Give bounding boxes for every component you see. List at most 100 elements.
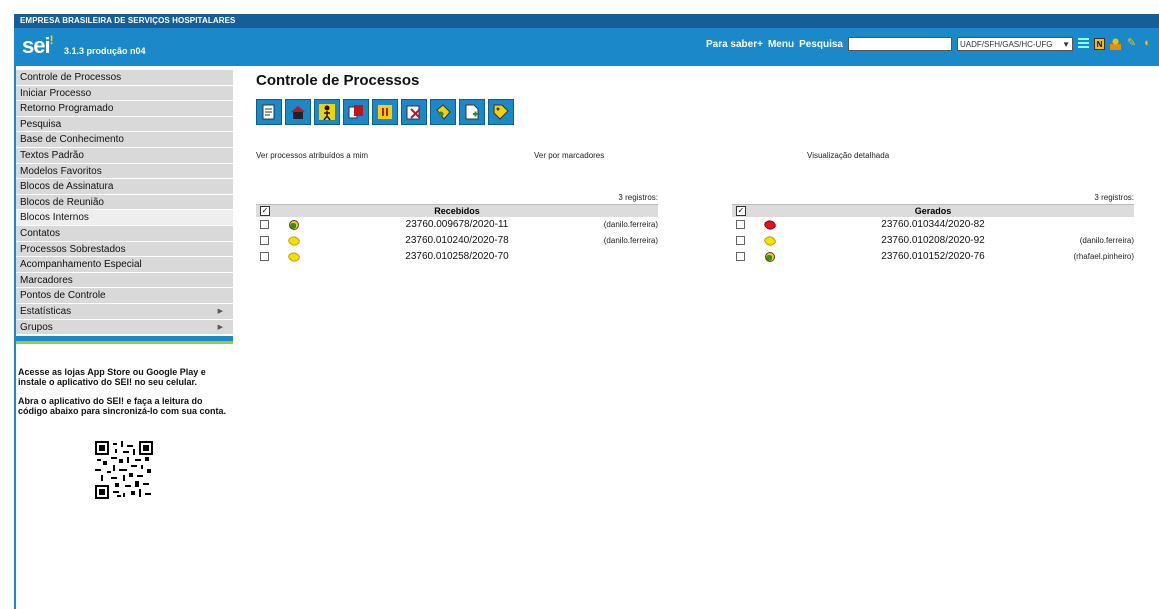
sidebar-item-base-de-conhecimento[interactable]: Base de Conhecimento bbox=[16, 132, 233, 148]
search-input[interactable] bbox=[848, 37, 952, 51]
update-tramitation-icon bbox=[291, 106, 305, 119]
menu-link[interactable]: Menu bbox=[768, 39, 794, 50]
sidebar-item-label: Pesquisa bbox=[20, 118, 62, 130]
sidebar-item-pontos-de-controle[interactable]: Pontos de Controle bbox=[16, 288, 233, 304]
page-title: Controle de Processos bbox=[256, 72, 420, 89]
sidebar-item-label: Marcadores bbox=[20, 274, 73, 286]
sidebar-item-label: Grupos bbox=[20, 321, 53, 333]
conclude-process-button[interactable] bbox=[372, 99, 398, 125]
para-saber-link[interactable]: Para saber+ bbox=[706, 39, 763, 50]
exit-icon[interactable]: ◐ bbox=[1142, 38, 1153, 50]
add-marker-button[interactable] bbox=[488, 99, 514, 125]
sidebar-item-retorno-programado[interactable]: Retorno Programado bbox=[16, 101, 233, 117]
conclude-process-icon bbox=[378, 105, 392, 119]
sidebar-item-contatos[interactable]: Contatos bbox=[16, 225, 233, 242]
sidebar-item-label: Blocos de Reunião bbox=[20, 196, 104, 208]
assign-process-icon bbox=[319, 104, 335, 120]
assign-process-button[interactable] bbox=[314, 99, 340, 125]
process-number-link[interactable]: 23760.010344/2020-82 bbox=[732, 217, 1134, 233]
sidebar-item-pesquisa[interactable]: Pesquisa bbox=[16, 116, 233, 133]
sidebar-menu: Controle de Processos Iniciar Processo R… bbox=[16, 70, 233, 345]
table-row: 23760.009678/2020-11 (danilo.ferreira) bbox=[256, 217, 658, 233]
sidebar-item-blocos-internos[interactable]: Blocos Internos bbox=[16, 210, 233, 226]
sidebar-item-label: Blocos Internos bbox=[20, 212, 89, 224]
sidebar-item-grupos[interactable]: Grupos ▶ bbox=[16, 319, 233, 336]
records-count: 3 registros: bbox=[1094, 193, 1134, 202]
process-number-link[interactable]: 23760.010208/2020-92 bbox=[732, 233, 1134, 249]
sidebar-item-blocos-de-reuniao[interactable]: Blocos de Reunião bbox=[16, 194, 233, 211]
notification-n-icon[interactable]: N bbox=[1094, 38, 1105, 50]
sidebar-item-estatisticas[interactable]: Estatísticas ▶ bbox=[16, 303, 233, 320]
add-marker-icon bbox=[493, 104, 509, 120]
send-process-icon bbox=[262, 104, 275, 120]
table-row: 23760.010258/2020-70 bbox=[256, 249, 658, 265]
table-row: 23760.010344/2020-82 bbox=[732, 217, 1134, 233]
sidebar-item-label: Controle de Processos bbox=[20, 72, 122, 83]
sidebar-item-controle-de-processos[interactable]: Controle de Processos bbox=[16, 70, 233, 86]
pesquisa-label: Pesquisa bbox=[799, 38, 843, 50]
tools-icon[interactable]: ✎ bbox=[1126, 38, 1137, 50]
new-document-icon bbox=[465, 104, 479, 120]
link-processos-atribuidos[interactable]: Ver processos atribuídos a mim bbox=[256, 151, 368, 160]
unit-select[interactable]: UADF/SFH/GAS/HC-UFG ▼ bbox=[957, 37, 1073, 51]
logo-text: sei bbox=[22, 33, 51, 58]
table-header: ✓ Recebidos bbox=[256, 204, 658, 217]
sidebar-item-label: Textos Padrão bbox=[20, 149, 84, 161]
remove-process-button[interactable] bbox=[401, 99, 427, 125]
qr-code-image bbox=[95, 441, 153, 499]
tag-marker-icon bbox=[436, 104, 451, 120]
sidebar-item-label: Blocos de Assinatura bbox=[20, 181, 114, 193]
tag-marker-button[interactable] bbox=[430, 99, 456, 125]
submenu-arrow-icon: ▶ bbox=[217, 323, 223, 331]
sidebar-item-modelos-favoritos[interactable]: Modelos Favoritos bbox=[16, 163, 233, 180]
top-nav: Para saber+ Menu Pesquisa UADF/SFH/GAS/H… bbox=[706, 35, 1153, 53]
process-number-link[interactable]: 23760.009678/2020-11 bbox=[256, 217, 658, 233]
sidebar-item-acompanhamento-especial[interactable]: Acompanhamento Especial bbox=[16, 257, 233, 273]
sidebar-item-processos-sobrestados[interactable]: Processos Sobrestados bbox=[16, 241, 233, 258]
link-visualizacao-detalhada[interactable]: Visualização detalhada bbox=[807, 151, 889, 160]
process-number-link[interactable]: 23760.010240/2020-78 bbox=[256, 233, 658, 249]
update-tramitation-button[interactable] bbox=[285, 99, 311, 125]
assigned-user[interactable]: (danilo.ferreira) bbox=[604, 233, 658, 249]
sidebar-item-label: Base de Conhecimento bbox=[20, 134, 124, 146]
remove-process-icon bbox=[406, 105, 421, 120]
table-recebidos: 3 registros: ✓ Recebidos 23760.009678/20… bbox=[256, 193, 658, 265]
user-icon[interactable] bbox=[1110, 38, 1121, 50]
org-name: EMPRESA BRASILEIRA DE SERVIÇOS HOSPITALA… bbox=[20, 16, 236, 25]
sobrestar-process-button[interactable] bbox=[343, 99, 369, 125]
sidebar-divider-accent bbox=[16, 341, 233, 345]
submenu-arrow-icon: ▶ bbox=[217, 307, 223, 315]
unit-select-value: UADF/SFH/GAS/HC-UFG bbox=[960, 39, 1053, 49]
records-count: 3 registros: bbox=[618, 193, 658, 202]
process-toolbar bbox=[256, 99, 514, 125]
promo-text-stores: Acesse as lojas App Store ou Google Play… bbox=[18, 367, 206, 387]
table-header: ✓ Gerados bbox=[732, 204, 1134, 217]
sidebar-item-label: Acompanhamento Especial bbox=[20, 259, 142, 271]
link-ver-por-marcadores[interactable]: Ver por marcadores bbox=[534, 151, 604, 160]
browser-top-strip bbox=[0, 0, 1159, 14]
new-document-button[interactable] bbox=[459, 99, 485, 125]
chevron-down-icon: ▼ bbox=[1062, 39, 1070, 49]
sidebar-item-textos-padrao[interactable]: Textos Padrão bbox=[16, 147, 233, 164]
version-label: 3.1.3 produção n04 bbox=[64, 46, 146, 56]
assigned-user[interactable]: (danilo.ferreira) bbox=[604, 217, 658, 233]
sei-logo[interactable]: sei! bbox=[22, 33, 54, 59]
process-number-link[interactable]: 23760.010258/2020-70 bbox=[256, 249, 658, 265]
sidebar-item-label: Pontos de Controle bbox=[20, 290, 106, 302]
table-row: 23760.010152/2020-76 (rhafael.pinheiro) bbox=[732, 249, 1134, 265]
table-row: 23760.010208/2020-92 (danilo.ferreira) bbox=[732, 233, 1134, 249]
app-header: EMPRESA BRASILEIRA DE SERVIÇOS HOSPITALA… bbox=[14, 14, 1159, 66]
sidebar-item-marcadores[interactable]: Marcadores bbox=[16, 272, 233, 289]
sidebar-item-label: Estatísticas bbox=[20, 305, 72, 317]
sidebar-item-label: Retorno Programado bbox=[20, 103, 114, 115]
sidebar-item-blocos-de-assinatura[interactable]: Blocos de Assinatura bbox=[16, 179, 233, 195]
sidebar-item-label: Iniciar Processo bbox=[20, 87, 92, 99]
sidebar-item-label: Processos Sobrestados bbox=[20, 243, 126, 255]
table-gerados: 3 registros: ✓ Gerados 23760.010344/2020… bbox=[732, 193, 1134, 265]
assigned-user[interactable]: (danilo.ferreira) bbox=[1080, 233, 1134, 249]
grid-icon[interactable] bbox=[1078, 38, 1089, 50]
assigned-user[interactable]: (rhafael.pinheiro) bbox=[1074, 249, 1134, 265]
send-process-button[interactable] bbox=[256, 99, 282, 125]
sidebar-item-iniciar-processo[interactable]: Iniciar Processo bbox=[16, 85, 233, 102]
table-row: 23760.010240/2020-78 (danilo.ferreira) bbox=[256, 233, 658, 249]
